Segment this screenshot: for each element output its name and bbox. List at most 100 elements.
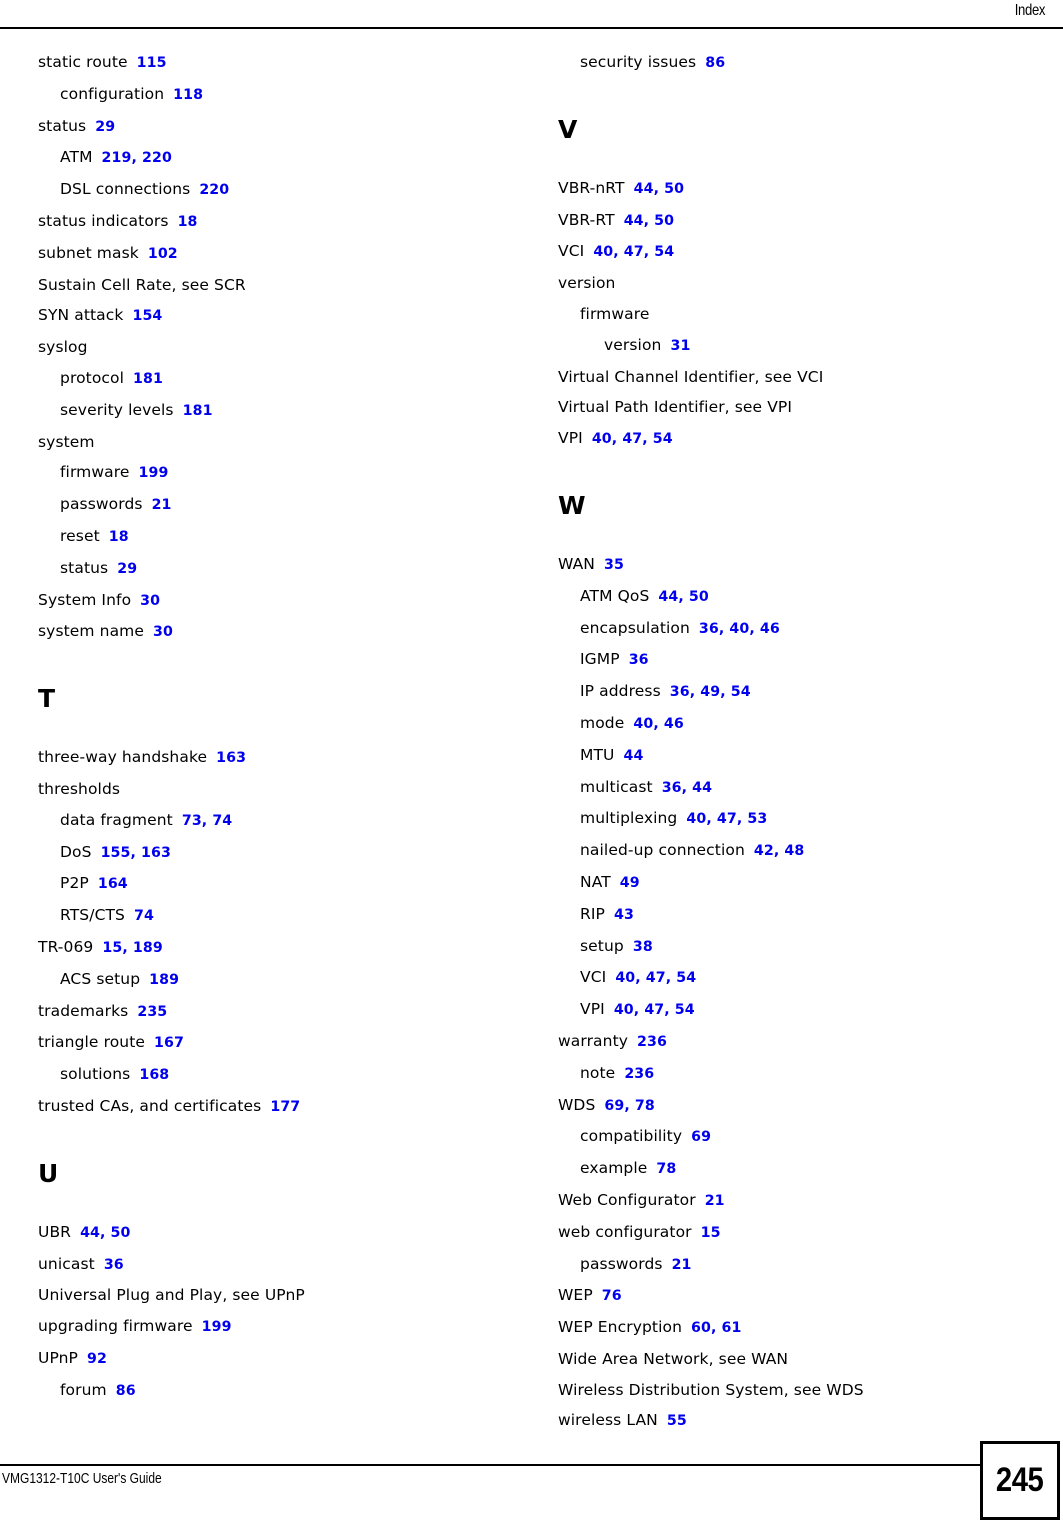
page-reference-link[interactable]: 54 [731,684,751,700]
page-reference-link[interactable]: 54 [653,431,673,447]
page-reference-link[interactable]: 50 [689,589,709,605]
page-reference-link[interactable]: 44 [80,1225,100,1241]
page-reference-link[interactable]: 164 [98,876,128,892]
page-reference-link[interactable]: 181 [133,371,163,387]
page-reference-link[interactable]: 76 [602,1288,622,1304]
page-reference-link[interactable]: 236 [637,1034,667,1050]
page-reference-link[interactable]: 30 [153,624,173,640]
page-reference-link[interactable]: 36 [670,684,690,700]
page-reference-link[interactable]: 181 [183,403,213,419]
page-reference-link[interactable]: 18 [178,214,198,230]
page-reference-link[interactable]: 60 [691,1320,711,1336]
page-reference-link[interactable]: 49 [700,684,720,700]
page-reference-link[interactable]: 155 [101,845,131,861]
page-reference-link[interactable]: 92 [87,1351,107,1367]
page-reference-link[interactable]: 40 [729,621,749,637]
page-reference-link[interactable]: 38 [633,939,653,955]
page-reference-link[interactable]: 236 [624,1066,654,1082]
index-entry: severity levels 181 [38,395,508,427]
page-reference-link[interactable]: 48 [784,843,804,859]
page-reference-link[interactable]: 199 [139,465,169,481]
page-reference-link[interactable]: 47 [717,811,737,827]
page-reference-link[interactable]: 220 [199,182,229,198]
page-reference-link[interactable]: 54 [676,970,696,986]
page-reference-link[interactable]: 44 [624,213,644,229]
reference-separator: , [122,939,133,956]
letter-group-spacer [38,1123,508,1159]
page-reference-link[interactable]: 36 [699,621,719,637]
page-reference-link[interactable]: 168 [139,1067,169,1083]
page-reference-link[interactable]: 50 [664,181,684,197]
page-reference-link[interactable]: 199 [202,1319,232,1335]
page-reference-link[interactable]: 46 [760,621,780,637]
page-reference-link[interactable]: 163 [216,750,246,766]
page-reference-link[interactable]: 69 [604,1098,624,1114]
letter-group-spacer [558,455,1028,491]
page-reference-link[interactable]: 78 [656,1161,676,1177]
index-entry: solutions 168 [38,1059,508,1091]
page-reference-link[interactable]: 47 [646,970,666,986]
page-reference-link[interactable]: 49 [620,875,640,891]
index-entry: VCI 40, 47, 54 [558,962,1028,994]
page-reference-link[interactable]: 21 [705,1193,725,1209]
page-reference-link[interactable]: 40 [593,244,613,260]
page-reference-link[interactable]: 47 [622,431,642,447]
page-reference-link[interactable]: 31 [670,338,690,354]
page-reference-link[interactable]: 21 [152,497,172,513]
page-reference-link[interactable]: 220 [142,150,172,166]
page-reference-link[interactable]: 44 [624,748,644,764]
page-reference-link[interactable]: 44 [658,589,678,605]
index-entry-term: status indicators [38,211,169,230]
page-reference-link[interactable]: 18 [109,529,129,545]
page-reference-link[interactable]: 78 [635,1098,655,1114]
page-reference-link[interactable]: 40 [615,970,635,986]
index-entry-term: ACS setup [60,969,141,988]
page-reference-link[interactable]: 74 [134,908,154,924]
page-reference-link[interactable]: 74 [212,813,232,829]
page-reference-link[interactable]: 47 [624,244,644,260]
page-reference-link[interactable]: 29 [95,119,115,135]
page-reference-link[interactable]: 177 [270,1099,300,1115]
page-reference-link[interactable]: 36 [104,1257,124,1273]
page-reference-link[interactable]: 73 [182,813,202,829]
index-entry: SYN attack 154 [38,300,508,332]
page-reference-link[interactable]: 40 [614,1002,634,1018]
page-reference-link[interactable]: 50 [111,1225,131,1241]
page-reference-link[interactable]: 30 [140,593,160,609]
page-reference-link[interactable]: 189 [133,940,163,956]
page-reference-link[interactable]: 102 [148,246,178,262]
page-reference-link[interactable]: 235 [137,1004,167,1020]
page-reference-link[interactable]: 86 [116,1383,136,1399]
page-reference-link[interactable]: 35 [604,557,624,573]
page-reference-link[interactable]: 50 [654,213,674,229]
page-reference-link[interactable]: 86 [705,55,725,71]
page-reference-link[interactable]: 44 [634,181,654,197]
page-reference-link[interactable]: 21 [672,1257,692,1273]
page-reference-link[interactable]: 61 [722,1320,742,1336]
page-reference-link[interactable]: 15 [102,940,122,956]
page-reference-link[interactable]: 40 [633,716,653,732]
page-reference-link[interactable]: 36 [629,652,649,668]
page-reference-link[interactable]: 118 [173,87,203,103]
page-reference-link[interactable]: 29 [117,561,137,577]
page-reference-link[interactable]: 53 [747,811,767,827]
page-reference-link[interactable]: 42 [754,843,774,859]
page-reference-link[interactable]: 15 [701,1225,721,1241]
page-reference-link[interactable]: 115 [137,55,167,71]
page-reference-link[interactable]: 167 [154,1035,184,1051]
page-reference-link[interactable]: 36 [662,780,682,796]
page-reference-link[interactable]: 54 [654,244,674,260]
page-reference-link[interactable]: 46 [664,716,684,732]
page-reference-link[interactable]: 40 [592,431,612,447]
page-reference-link[interactable]: 154 [132,308,162,324]
page-reference-link[interactable]: 47 [644,1002,664,1018]
page-reference-link[interactable]: 69 [691,1129,711,1145]
page-reference-link[interactable]: 44 [692,780,712,796]
page-reference-link[interactable]: 219 [102,150,132,166]
page-reference-link[interactable]: 43 [614,907,634,923]
page-reference-link[interactable]: 54 [675,1002,695,1018]
index-entry: trademarks 235 [38,996,508,1028]
page-reference-link[interactable]: 40 [686,811,706,827]
page-reference-link[interactable]: 189 [149,972,179,988]
page-reference-link[interactable]: 163 [141,845,171,861]
